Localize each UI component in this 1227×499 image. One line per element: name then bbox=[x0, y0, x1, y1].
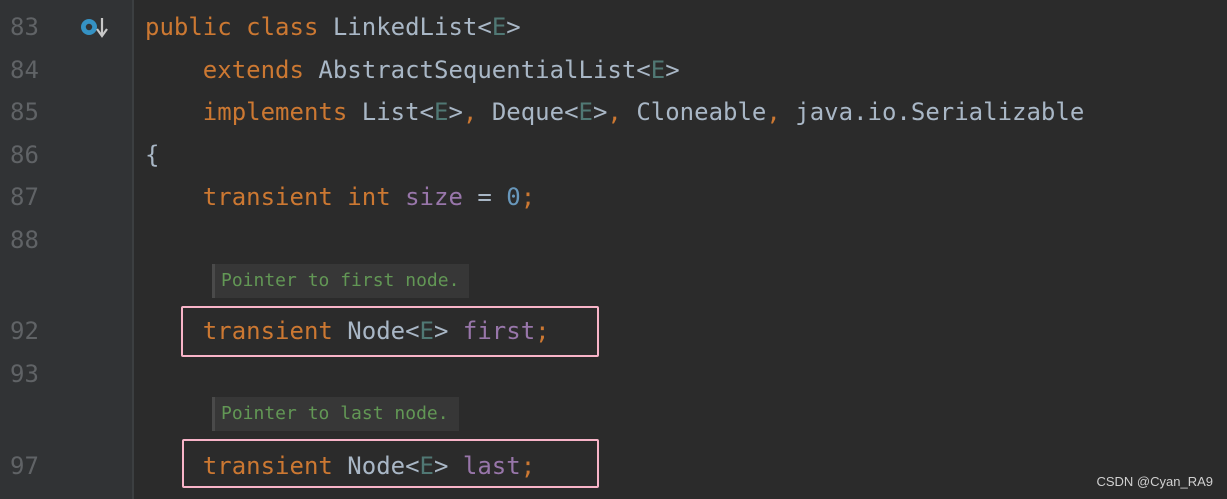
interface-name: Deque bbox=[491, 98, 565, 126]
line-number: 92 bbox=[10, 317, 39, 345]
angle-close: > bbox=[592, 98, 608, 126]
doc-comment-first: Pointer to first node. bbox=[212, 264, 470, 298]
code-editor[interactable]: 83 84 85 86 87 88 92 93 97 public class … bbox=[0, 0, 1227, 499]
angle-open: < bbox=[405, 317, 420, 345]
number-literal: 0 bbox=[506, 183, 521, 211]
comma: , bbox=[766, 98, 781, 126]
type-parameter: E bbox=[650, 56, 666, 84]
keyword: transient bbox=[202, 317, 333, 345]
gutter-divider bbox=[132, 0, 134, 499]
line-number: 84 bbox=[10, 56, 39, 84]
keyword: transient bbox=[202, 452, 333, 480]
angle-close: > bbox=[434, 452, 449, 480]
line-number: 85 bbox=[10, 98, 39, 126]
line-number: 86 bbox=[10, 141, 39, 169]
line-number: 93 bbox=[10, 360, 39, 388]
class-name: LinkedList bbox=[332, 13, 478, 41]
operator: = bbox=[477, 183, 492, 211]
angle-close: > bbox=[665, 56, 680, 84]
angle-open: < bbox=[477, 13, 492, 41]
semicolon: ; bbox=[535, 317, 550, 345]
type-parameter: E bbox=[419, 452, 434, 480]
code-line-86[interactable]: { bbox=[145, 140, 159, 170]
implemented-method-down-arrow-icon[interactable] bbox=[80, 15, 110, 41]
semicolon: ; bbox=[520, 183, 536, 211]
keyword: implements bbox=[202, 98, 348, 126]
doc-comment-last: Pointer to last node. bbox=[212, 397, 459, 431]
angle-close: > bbox=[434, 317, 449, 345]
semicolon: ; bbox=[520, 452, 536, 480]
keyword: public bbox=[145, 13, 232, 41]
code-line-85[interactable]: implements List<E>, Deque<E>, Cloneable,… bbox=[145, 97, 1084, 127]
keyword: class bbox=[246, 13, 319, 41]
keyword: transient bbox=[202, 183, 333, 211]
angle-open: < bbox=[564, 98, 579, 126]
line-number: 97 bbox=[10, 452, 39, 480]
angle-open: < bbox=[636, 56, 651, 84]
type-parameter: E bbox=[578, 98, 593, 126]
type-parameter: E bbox=[434, 98, 449, 126]
comma: , bbox=[462, 98, 478, 126]
code-line-83[interactable]: public class LinkedList<E> bbox=[145, 12, 521, 42]
angle-close: > bbox=[506, 13, 521, 41]
interface-name: java.io.Serializable bbox=[795, 98, 1085, 126]
code-line-84[interactable]: extends AbstractSequentialList<E> bbox=[145, 55, 680, 85]
type-parameter: E bbox=[491, 13, 507, 41]
keyword: int bbox=[347, 183, 391, 211]
field-name: last bbox=[462, 452, 521, 480]
comma: , bbox=[607, 98, 622, 126]
watermark: CSDN @Cyan_RA9 bbox=[1096, 474, 1213, 489]
interface-name: List bbox=[361, 98, 420, 126]
line-number: 88 bbox=[10, 226, 39, 254]
open-brace: { bbox=[145, 141, 160, 169]
code-line-87[interactable]: transient int size = 0; bbox=[145, 182, 535, 212]
type-parameter: E bbox=[419, 317, 434, 345]
interface-name: Cloneable bbox=[636, 98, 767, 126]
code-line-97[interactable]: transient Node<E> last; bbox=[145, 451, 535, 481]
superclass-name: AbstractSequentialList bbox=[318, 56, 637, 84]
field-name: first bbox=[462, 317, 536, 345]
gutter: 83 84 85 86 87 88 92 93 97 bbox=[0, 0, 132, 499]
angle-close: > bbox=[448, 98, 463, 126]
line-number: 83 bbox=[10, 13, 39, 41]
type-name: Node bbox=[347, 317, 406, 345]
code-line-92[interactable]: transient Node<E> first; bbox=[145, 316, 550, 346]
line-number: 87 bbox=[10, 183, 39, 211]
field-name: size bbox=[405, 183, 463, 211]
keyword: extends bbox=[202, 56, 304, 84]
type-name: Node bbox=[347, 452, 406, 480]
angle-open: < bbox=[405, 452, 420, 480]
angle-open: < bbox=[419, 98, 434, 126]
